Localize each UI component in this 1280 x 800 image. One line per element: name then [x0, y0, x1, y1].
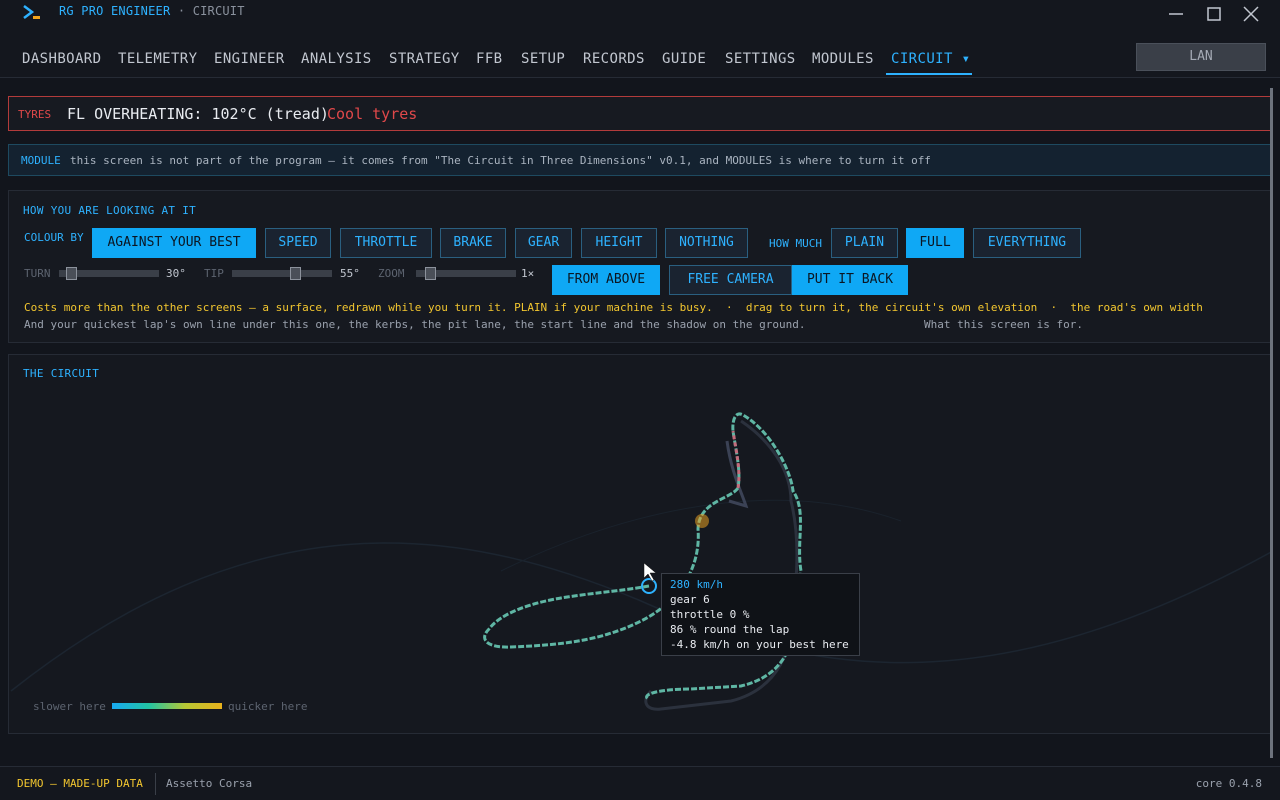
- maximize-icon[interactable]: [1203, 4, 1225, 24]
- module-message: this screen is not part of the program —…: [70, 154, 931, 167]
- tab-guide[interactable]: GUIDE: [662, 51, 706, 67]
- start-line-marker: [695, 514, 709, 528]
- colour-against-best-button[interactable]: AGAINST YOUR BEST: [92, 228, 256, 258]
- tab-strategy[interactable]: STRATEGY: [389, 51, 460, 67]
- title-bar: RG PRO ENGINEER · CIRCUIT: [0, 0, 1280, 28]
- module-tag: MODULE: [21, 154, 61, 167]
- tooltip-delta: -4.8 km/h on your best here: [670, 638, 849, 651]
- colour-nothing-button[interactable]: NOTHING: [665, 228, 748, 258]
- circuit-3d-view[interactable]: [9, 355, 1272, 734]
- zoom-label: ZOOM: [378, 267, 405, 280]
- tab-circuit[interactable]: CIRCUIT ▾: [891, 51, 970, 67]
- tip-label: TIP: [204, 267, 224, 280]
- colour-speed-button[interactable]: SPEED: [265, 228, 331, 258]
- tooltip-lap-progress: 86 % round the lap: [670, 623, 790, 636]
- tab-modules[interactable]: MODULES: [812, 51, 874, 67]
- colour-by-label: COLOUR BY: [24, 231, 84, 244]
- tooltip-gear: gear 6: [670, 593, 710, 606]
- tab-telemetry[interactable]: TELEMETRY: [118, 51, 197, 67]
- legend-gradient-bar: [112, 703, 222, 709]
- window-title: RG PRO ENGINEER · CIRCUIT: [59, 4, 245, 18]
- minimize-icon[interactable]: [1165, 4, 1187, 24]
- best-lap-shadow-line: [644, 419, 799, 711]
- tab-records[interactable]: RECORDS: [583, 51, 645, 67]
- drag-note-text: drag to turn it, the circuit's own eleva…: [745, 301, 1038, 314]
- free-camera-button[interactable]: FREE CAMERA: [669, 265, 792, 295]
- ground-contour: [500, 499, 902, 572]
- tip-slider-track[interactable]: [232, 270, 332, 277]
- colour-brake-button[interactable]: BRAKE: [440, 228, 506, 258]
- tooltip-throttle: throttle 0 %: [670, 608, 750, 621]
- footer-divider: [155, 773, 156, 795]
- view-controls-panel: HOW YOU ARE LOOKING AT IT COLOUR BY AGAI…: [8, 190, 1272, 343]
- circuit-title: THE CIRCUIT: [23, 367, 100, 380]
- tab-settings[interactable]: SETTINGS: [725, 51, 796, 67]
- width-note-text: the road's own width: [1070, 301, 1203, 314]
- game-name: Assetto Corsa: [166, 777, 253, 790]
- lan-button[interactable]: LAN: [1136, 43, 1266, 71]
- alert-message: FL OVERHEATING: 102°C (tread): [67, 105, 329, 123]
- colour-height-button[interactable]: HEIGHT: [581, 228, 657, 258]
- tab-dashboard[interactable]: DASHBOARD: [22, 51, 101, 67]
- tyre-alert: TYRES FL OVERHEATING: 102°C (tread) Cool…: [8, 96, 1272, 131]
- tip-value: 55°: [340, 267, 360, 280]
- core-version: core 0.4.8: [1195, 777, 1262, 790]
- title-separator: ·: [177, 4, 186, 18]
- cost-note-text: Costs more than the other screens — a su…: [24, 301, 713, 314]
- detail-plain-button[interactable]: PLAIN: [831, 228, 898, 258]
- scrollbar[interactable]: [1270, 88, 1273, 758]
- put-it-back-button[interactable]: PUT IT BACK: [792, 265, 908, 295]
- module-banner: MODULE this screen is not part of the pr…: [8, 144, 1272, 176]
- tab-analysis[interactable]: ANALYSIS: [301, 51, 372, 67]
- circuit-panel: THE CIRCUIT: [8, 354, 1272, 734]
- layers-note: And your quickest lap's own line under t…: [24, 318, 806, 331]
- zoom-slider-thumb[interactable]: [425, 267, 436, 280]
- demo-mode-badge: DEMO — MADE-UP DATA: [17, 777, 143, 790]
- turn-slider-thumb[interactable]: [66, 267, 77, 280]
- tooltip-speed: 280 km/h: [670, 578, 723, 591]
- hover-tooltip: 280 km/h gear 6 throttle 0 % 86 % round …: [661, 573, 860, 656]
- note-separator: ·: [726, 301, 733, 314]
- cost-note: Costs more than the other screens — a su…: [24, 301, 1203, 314]
- detail-everything-button[interactable]: EVERYTHING: [973, 228, 1081, 258]
- main-nav: DASHBOARD TELEMETRY ENGINEER ANALYSIS ST…: [0, 28, 1280, 78]
- app-name: RG PRO ENGINEER: [59, 4, 171, 18]
- view-controls-title: HOW YOU ARE LOOKING AT IT: [23, 204, 197, 217]
- alert-tag: TYRES: [18, 108, 52, 121]
- purpose-link[interactable]: What this screen is for.: [924, 318, 1083, 331]
- from-above-button[interactable]: FROM ABOVE: [552, 265, 660, 295]
- tab-engineer[interactable]: ENGINEER: [214, 51, 285, 67]
- colour-gear-button[interactable]: GEAR: [515, 228, 572, 258]
- terminal-prompt-icon: [23, 5, 40, 19]
- close-icon[interactable]: [1240, 4, 1262, 24]
- status-bar: DEMO — MADE-UP DATA Assetto Corsa core 0…: [0, 766, 1280, 800]
- turn-label: TURN: [24, 267, 51, 280]
- tab-setup[interactable]: SETUP: [521, 51, 565, 67]
- alert-action: Cool tyres: [327, 105, 418, 123]
- how-much-label: HOW MUCH: [769, 237, 822, 250]
- tip-slider-thumb[interactable]: [290, 267, 301, 280]
- colour-throttle-button[interactable]: THROTTLE: [340, 228, 432, 258]
- turn-value: 30°: [166, 267, 186, 280]
- zoom-value: 1×: [521, 267, 535, 280]
- ground-contour: [10, 542, 1271, 692]
- active-tab-indicator: [886, 73, 972, 75]
- detail-full-button[interactable]: FULL: [906, 228, 964, 258]
- screen-name: CIRCUIT: [192, 4, 245, 18]
- legend-slower-label: slower here: [33, 700, 106, 713]
- legend-quicker-label: quicker here: [228, 700, 308, 713]
- tab-ffb[interactable]: FFB: [476, 51, 503, 67]
- note-separator: ·: [1050, 301, 1058, 314]
